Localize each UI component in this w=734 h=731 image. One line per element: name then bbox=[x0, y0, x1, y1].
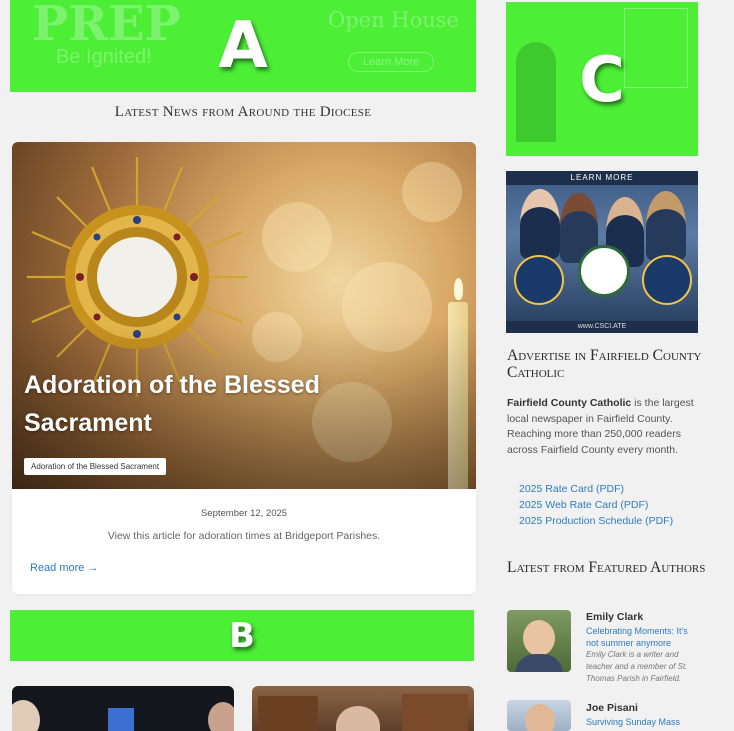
featured-article-title[interactable]: Adoration of the Blessed Sacrament bbox=[24, 366, 364, 442]
overlay-c: C bbox=[506, 2, 698, 156]
arrow-right-icon: → bbox=[87, 562, 99, 574]
featured-authors-title: Latest from Featured Authors bbox=[507, 559, 706, 576]
school-ad-banner[interactable]: LEARN MORE www.CSCI.ATE bbox=[506, 171, 698, 333]
advertise-body: Fairfield County Catholic is the largest… bbox=[507, 396, 699, 458]
bokeh-light bbox=[262, 202, 332, 272]
avatar-shoulders bbox=[515, 654, 563, 672]
featured-article-description: View this article for adoration times at… bbox=[107, 530, 381, 542]
production-schedule-link[interactable]: 2025 Production Schedule (PDF) bbox=[519, 515, 673, 527]
read-more-label: Read more bbox=[30, 562, 85, 574]
author-bio: Emily Clark is a writer and teacher and … bbox=[586, 650, 688, 683]
thumbnail-figure bbox=[12, 700, 40, 731]
featured-article-card[interactable]: Adoration of the Blessed Sacrament Adora… bbox=[12, 142, 476, 594]
banner-event: Open House bbox=[328, 8, 459, 32]
banner-tagline: Be Ignited! bbox=[56, 46, 152, 68]
featured-article-image[interactable]: Adoration of the Blessed Sacrament Adora… bbox=[12, 142, 476, 489]
ad-student-figure bbox=[646, 191, 686, 261]
ad-banner-header: LEARN MORE bbox=[506, 171, 698, 185]
rate-card-link[interactable]: 2025 Rate Card (PDF) bbox=[519, 483, 624, 495]
author-article-link[interactable]: Celebrating Moments: It's not summer any… bbox=[586, 625, 702, 649]
overlay-c-label: C bbox=[579, 42, 625, 116]
ad-seal-center bbox=[578, 245, 630, 297]
news-section-title: Latest News from Around the Diocese bbox=[114, 104, 372, 120]
ad-student-figure bbox=[520, 189, 560, 259]
overlay-b: B bbox=[10, 610, 474, 661]
overlay-a: PREP Be Ignited! Open House Learn More A bbox=[10, 0, 476, 92]
ad-ghost-figure bbox=[516, 42, 556, 142]
author-name[interactable]: Joe Pisani bbox=[586, 702, 638, 714]
featured-article-tag[interactable]: Adoration of the Blessed Sacrament bbox=[24, 458, 167, 475]
avatar-face bbox=[523, 620, 555, 656]
thumbnail-bookshelf bbox=[258, 696, 318, 731]
web-rate-card-link[interactable]: 2025 Web Rate Card (PDF) bbox=[519, 499, 648, 511]
advertise-title: Advertise in Fairfield County Catholic bbox=[507, 347, 702, 381]
author-name[interactable]: Emily Clark bbox=[586, 611, 643, 623]
avatar[interactable] bbox=[507, 610, 571, 672]
bokeh-light bbox=[402, 162, 462, 222]
ad-ghost-text bbox=[624, 8, 688, 88]
banner-learn-more-button[interactable]: Learn More bbox=[348, 52, 435, 72]
featured-article-date: September 12, 2025 bbox=[200, 508, 288, 519]
article-thumbnail[interactable] bbox=[12, 686, 234, 731]
avatar-face bbox=[525, 704, 555, 731]
thumbnail-bookshelf bbox=[402, 694, 468, 731]
ad-banner-footer: www.CSCI.ATE bbox=[506, 321, 698, 333]
overlay-a-label: A bbox=[218, 9, 268, 83]
author-article-link[interactable]: Surviving Sunday Mass bbox=[586, 716, 702, 728]
avatar[interactable] bbox=[507, 700, 571, 731]
thumbnail-figure bbox=[208, 702, 234, 731]
thumbnail-figure bbox=[108, 708, 134, 731]
banner-brand: PREP bbox=[32, 0, 181, 52]
overlay-b-label: B bbox=[229, 615, 255, 656]
read-more-link[interactable]: Read more → bbox=[30, 562, 98, 574]
advertise-body-bold: Fairfield County Catholic bbox=[507, 397, 632, 409]
ad-seal-left bbox=[514, 255, 564, 305]
article-thumbnail[interactable] bbox=[252, 686, 474, 731]
candle-flame bbox=[454, 278, 463, 300]
ad-seal-right bbox=[642, 255, 692, 305]
thumbnail-figure bbox=[336, 706, 380, 731]
